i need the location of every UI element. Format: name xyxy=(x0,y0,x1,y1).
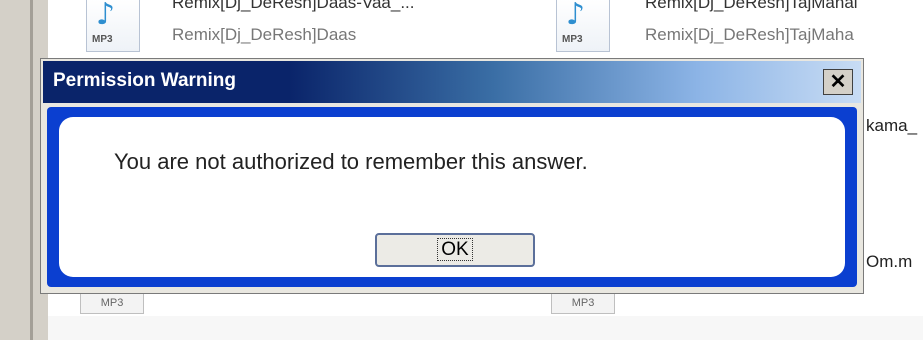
dialog-title: Permission Warning xyxy=(53,70,236,91)
file-type-label: MP3 xyxy=(92,34,113,45)
file-name-partial[interactable]: kama_ xyxy=(866,116,917,136)
file-type-label: MP3 xyxy=(562,34,583,45)
file-subtitle: Remix[Dj_DeResh]Daas xyxy=(172,25,357,44)
file-name[interactable]: Remix[Dj_DeResh]Daas-Vaa_... xyxy=(172,0,512,13)
music-note-icon: ♪ xyxy=(96,0,116,32)
dialog-titlebar[interactable]: Permission Warning ✕ xyxy=(43,61,861,103)
mp3-file-icon[interactable]: ♪ MP3 xyxy=(82,0,142,54)
explorer-bottom-strip xyxy=(48,316,923,340)
close-icon: ✕ xyxy=(829,71,847,93)
frame-edge xyxy=(30,0,33,340)
message-panel: You are not authorized to remember this … xyxy=(59,117,845,277)
mp3-chip: MP3 xyxy=(80,292,144,314)
file-subtitle: Remix[Dj_DeResh]TajMaha xyxy=(645,25,854,44)
ok-button-label: OK xyxy=(437,238,473,261)
file-name-partial[interactable]: Om.m xyxy=(866,252,912,272)
permission-warning-dialog: Permission Warning ✕ You are not authori… xyxy=(40,58,864,294)
mp3-chip: MP3 xyxy=(551,292,615,314)
warning-message: You are not authorized to remember this … xyxy=(114,149,588,174)
mp3-file-icon[interactable]: ♪ MP3 xyxy=(552,0,612,54)
dialog-client-area: You are not authorized to remember this … xyxy=(47,107,857,287)
close-button[interactable]: ✕ xyxy=(823,69,853,95)
ok-button[interactable]: OK xyxy=(375,233,535,267)
music-note-icon: ♪ xyxy=(566,0,586,32)
file-name[interactable]: Remix[Dj_DeResh]TajMahal xyxy=(645,0,923,13)
